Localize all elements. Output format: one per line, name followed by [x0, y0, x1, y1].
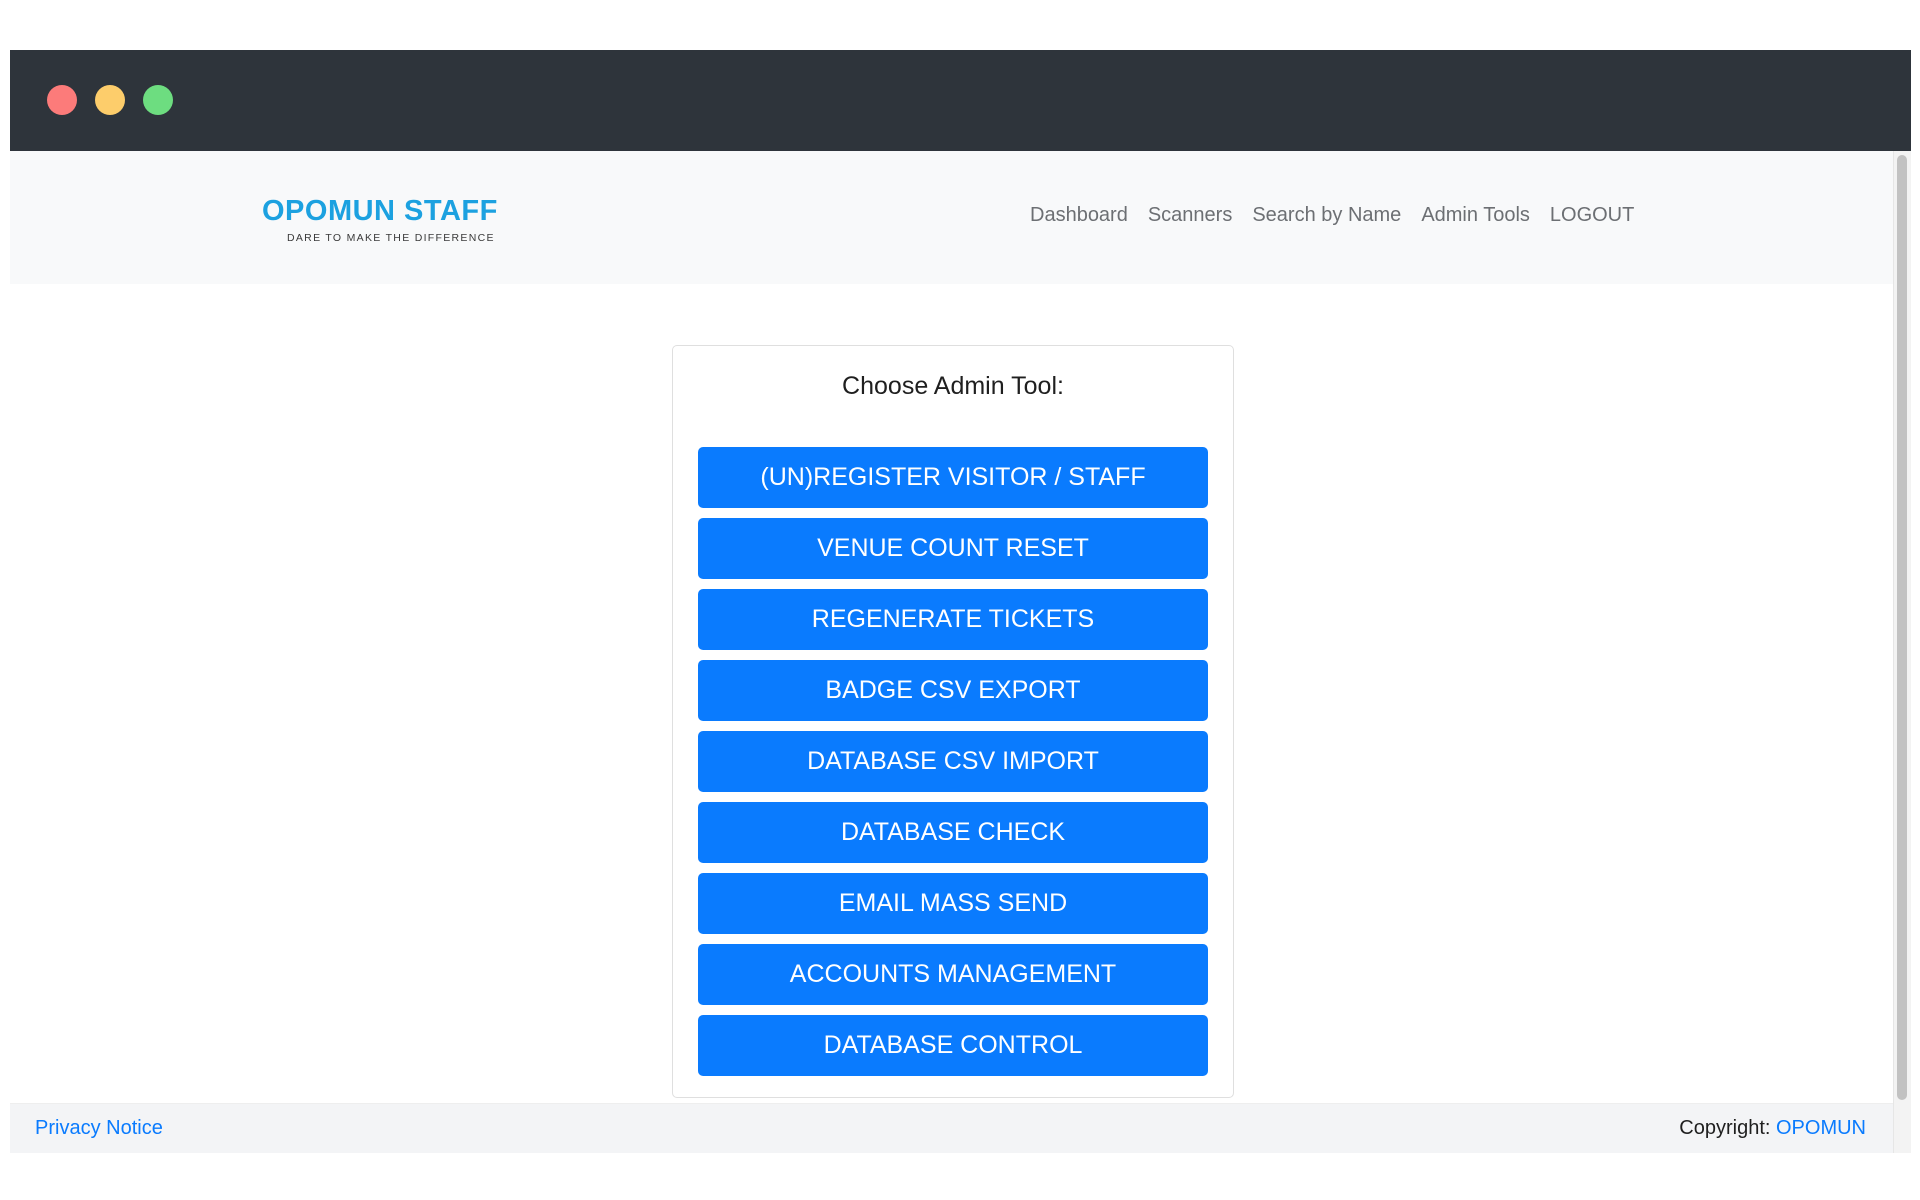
maximize-window-button[interactable] [143, 85, 173, 115]
brand-title: OPOMUN STAFF [262, 195, 498, 227]
close-window-button[interactable] [47, 85, 77, 115]
nav-logout[interactable]: LOGOUT [1550, 204, 1634, 227]
brand-logo[interactable]: OPOMUN STAFF DARE TO MAKE THE DIFFERENCE [262, 195, 502, 244]
privacy-notice-link[interactable]: Privacy Notice [35, 1117, 163, 1140]
brand-tagline: DARE TO MAKE THE DIFFERENCE [287, 232, 495, 244]
register-visitor-staff-button[interactable]: (UN)REGISTER VISITOR / STAFF [698, 447, 1208, 508]
admin-tools-card: Choose Admin Tool: (UN)REGISTER VISITOR … [672, 345, 1234, 1098]
window-titlebar [10, 50, 1911, 151]
opomun-link[interactable]: OPOMUN [1776, 1117, 1866, 1139]
main-nav: Dashboard Scanners Search by Name Admin … [1030, 204, 1634, 227]
accounts-management-button[interactable]: ACCOUNTS MANAGEMENT [698, 944, 1208, 1005]
card-title: Choose Admin Tool: [842, 372, 1064, 400]
vertical-scrollbar[interactable] [1893, 151, 1911, 1153]
nav-search-by-name[interactable]: Search by Name [1252, 204, 1401, 227]
page-footer: Privacy Notice Copyright: OPOMUN [10, 1103, 1893, 1153]
browser-window: OPOMUN STAFF DARE TO MAKE THE DIFFERENCE… [10, 50, 1911, 1153]
nav-dashboard[interactable]: Dashboard [1030, 204, 1128, 227]
admin-tool-list: (UN)REGISTER VISITOR / STAFF VENUE COUNT… [698, 447, 1208, 1076]
nav-scanners[interactable]: Scanners [1148, 204, 1233, 227]
nav-admin-tools[interactable]: Admin Tools [1421, 204, 1530, 227]
database-csv-import-button[interactable]: DATABASE CSV IMPORT [698, 731, 1208, 792]
copyright-notice: Copyright: OPOMUN [1679, 1117, 1866, 1140]
regenerate-tickets-button[interactable]: REGENERATE TICKETS [698, 589, 1208, 650]
database-control-button[interactable]: DATABASE CONTROL [698, 1015, 1208, 1076]
database-check-button[interactable]: DATABASE CHECK [698, 802, 1208, 863]
scrollbar-thumb[interactable] [1897, 155, 1907, 1100]
minimize-window-button[interactable] [95, 85, 125, 115]
venue-count-reset-button[interactable]: VENUE COUNT RESET [698, 518, 1208, 579]
copyright-label: Copyright: [1679, 1117, 1776, 1139]
email-mass-send-button[interactable]: EMAIL MASS SEND [698, 873, 1208, 934]
badge-csv-export-button[interactable]: BADGE CSV EXPORT [698, 660, 1208, 721]
top-navbar: OPOMUN STAFF DARE TO MAKE THE DIFFERENCE… [10, 151, 1893, 284]
page-viewport: OPOMUN STAFF DARE TO MAKE THE DIFFERENCE… [10, 151, 1911, 1153]
